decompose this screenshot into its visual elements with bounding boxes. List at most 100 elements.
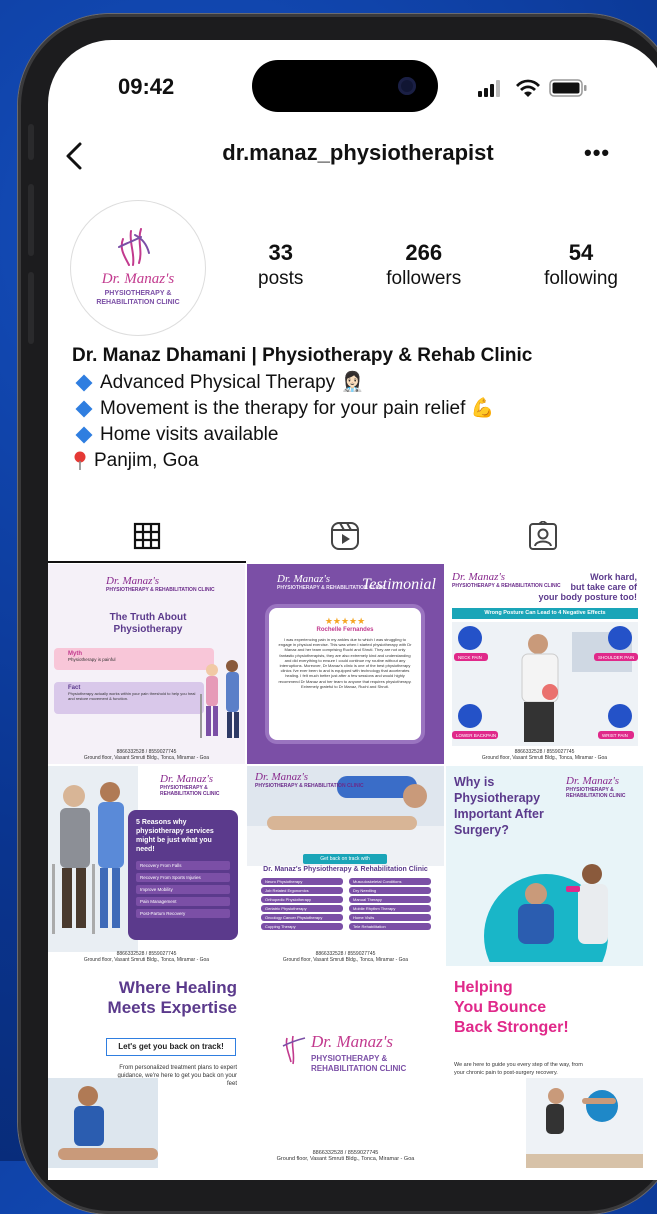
post-thumbnail[interactable]: Dr. Manaz's PHYSIOTHERAPY & REHABILITATIO… [247,564,444,764]
post-footer: 8866332528 / 8559027745 Ground floor, Vas… [481,749,608,761]
avatar-logo-line2: REHABILITATION CLINIC [96,299,180,306]
dynamic-island [252,60,438,112]
reasons-title: 5 Reasons why physiotherapy services mig… [136,819,214,853]
more-options-icon[interactable]: ••• [584,140,610,166]
stat-followers[interactable]: 266 followers [386,240,461,292]
post-thumbnail[interactable]: Dr. Manaz's PHYSIOTHERAPY & REHABILITATIO… [446,564,643,764]
list-item: Mobile Rhythm Therapy [349,905,431,912]
post-thumbnail[interactable]: Dr. Manaz's PHYSIOTHERAPY & REHABILITATIO… [247,968,444,1168]
post-thumbnail[interactable]: 5 Reasons why physiotherapy services mig… [48,766,245,966]
posts-label: posts [258,268,304,289]
post-thumbnail[interactable]: Why is Physiotherapy Important After Surger… [446,766,643,966]
stretching-exercise-photo [526,1078,643,1168]
list-item: Manual Therapy [349,896,431,903]
list-item: Dry Needling [349,887,431,894]
elderly-walker-photo [48,766,138,952]
camera-icon [398,77,416,95]
post-logo: Dr. Manaz's PHYSIOTHERAPY & REHABILITATIO… [255,771,364,790]
profile-nav-bar: dr.manaz_physiotherapist ••• [48,136,657,180]
bio-line: Movement is the therapy for your pain re… [72,396,648,422]
posts-count: 33 [268,240,293,265]
post-thumbnail[interactable]: Where Healing Meets Expertise Let's get y… [48,968,245,1168]
bio-line-text: Movement is the therapy for your pain re… [100,398,495,419]
bio-line-text: Home visits available [100,424,279,445]
following-label: following [544,268,618,289]
post-thumbnail[interactable]: Helping You Bounce Back Stronger! We are h… [446,968,643,1168]
grid-icon [133,522,161,550]
post-footer: 8866332528 / 8559027745 Ground floor, Vas… [83,749,210,761]
fact-text: Physiotherapy actually works within your… [68,691,196,701]
post-thumbnail[interactable]: Dr. Manaz's PHYSIOTHERAPY & REHABILITATIO… [247,766,444,966]
followers-count: 266 [405,240,443,265]
fact-box: Fact Physiotherapy actually works within… [54,682,204,714]
post-logo: Dr. Manaz's PHYSIOTHERAPY & REHABILITATIO… [160,773,220,798]
bio-line-text: Advanced Physical Therapy 👩🏻‍⚕️ [100,372,365,393]
effect-label: SHOULDER PAIN [594,653,638,661]
list-item: Cupping Therapy [261,923,343,930]
avatar-logo-line1: PHYSIOTHERAPY & [104,290,172,297]
post-surgery-therapy-illustration [484,864,608,962]
star-rating: ★★★★★ [324,616,366,626]
services-list: Neuro Physiotherapy Musculoskeletal Cond… [261,878,431,930]
therapist-with-patient-illustration [200,660,239,738]
status-icons [478,79,587,97]
logo-subtitle: PHYSIOTHERAPY & REHABILITATION CLINIC [311,1054,407,1073]
post-thumbnail[interactable]: Dr. Manaz's PHYSIOTHERAPY & REHABILITATIO… [48,564,245,764]
profile-tabs [48,510,657,563]
post-footer: 8866332528 / 8559027745 Ground floor, Vas… [83,951,210,963]
effect-label: WRIST PAIN [598,731,634,739]
reels-icon [331,522,359,550]
testimonial-heading: Testimonial [361,576,436,593]
logo-script: Dr. Manaz's [311,1032,394,1051]
status-time: 09:42 [118,74,175,99]
list-item: Home Visits [349,914,431,921]
tab-posts-grid[interactable] [48,510,246,563]
post-title: Why is Physiotherapy Important After Surger… [454,775,544,837]
lower-backpain-icon [458,704,482,728]
blue-diamond-icon [75,400,93,418]
status-bar: 09:42 [48,40,657,120]
clinic-logo [118,228,150,266]
bio-line: Home visits available [72,422,648,448]
list-item: Orthopedic Physiotherapy [261,896,343,903]
tab-reels[interactable] [246,510,444,562]
list-item: Tele Rehabilitation [349,923,431,930]
post-footer: 8866332528 / 8559027745 Ground floor, Vas… [282,951,409,963]
post-title: Helping You Bounce Back Stronger! [454,979,569,1036]
myth-box: Myth Physiotherapy is painful [54,648,214,670]
volume-up-button [28,184,34,256]
list-item: Improve Mobility [136,885,230,894]
stat-following[interactable]: 54 following [544,240,618,292]
list-item: Geriatric Physiotherapy [261,905,343,912]
post-footer: 8866332528 / 8559027745 Ground floor, Vas… [276,1150,415,1162]
mute-switch [28,124,34,160]
blue-diamond-icon [75,426,93,444]
list-item: Recovery From Sports Injuries [136,873,230,882]
stat-posts[interactable]: 33 posts [258,240,303,292]
therapist-treating-patient-photo [48,1078,158,1168]
list-item: Neuro Physiotherapy [261,878,343,885]
reasons-card: 5 Reasons why physiotherapy services mig… [128,810,238,940]
cta-box: Let's get you back on track! [106,1038,236,1056]
followers-label: followers [386,268,462,289]
post-title: Where Healing Meets Expertise [107,978,237,1017]
reasons-list: Recovery From Falls Recovery From Sports… [128,861,238,918]
post-logo: Dr. Manaz's PHYSIOTHERAPY & REHABILITATIO… [106,575,215,594]
effect-label: LOWER BACKPAIN [452,731,498,739]
bio-line: Advanced Physical Therapy 👩🏻‍⚕️ [72,370,648,396]
tab-tagged[interactable] [444,510,642,562]
avatar-logo-script: Dr. Manaz's [101,271,175,287]
post-logo: Dr. Manaz's PHYSIOTHERAPY & REHABILITATIO… [566,775,626,800]
wrist-pain-icon [608,704,632,728]
list-item: Job Related Ergonomics [261,887,343,894]
shoulder-pain-icon [608,626,632,650]
profile-bio: Dr. Manaz Dhamani | Physiotherapy & Reha… [72,342,648,474]
post-title: The Truth About Physiotherapy [109,612,187,635]
wifi-icon [516,79,540,97]
review-card: ★★★★★ Rochelle Fernandes I was experienc… [269,608,421,740]
profile-avatar[interactable]: Dr. Manaz's PHYSIOTHERAPY & REHABILITATI… [70,200,206,336]
service-title: Dr. Manaz's Physiotherapy & Rehabilitati… [263,866,428,873]
profile-stats: 33 posts 266 followers 54 following [258,240,618,292]
list-item: Post-Partum Recovery [136,909,230,918]
effect-label: NECK PAIN [454,653,488,661]
